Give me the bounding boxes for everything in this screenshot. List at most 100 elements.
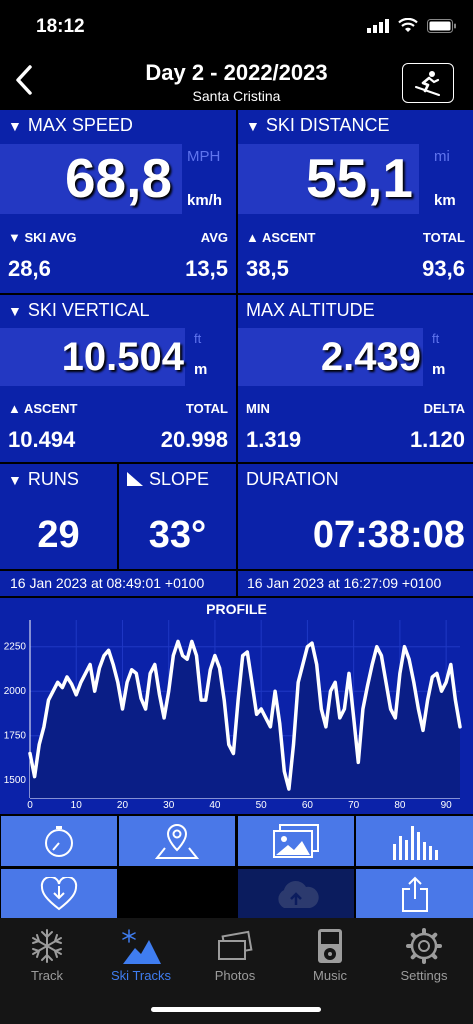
max-speed-label-row: ▼ MAX SPEED [8, 115, 133, 136]
stopwatch-button[interactable] [1, 816, 117, 866]
y-tick-label: 2000 [4, 686, 27, 697]
ski-mode-button[interactable] [402, 63, 454, 103]
photos-icon [273, 824, 319, 858]
tab-photos-label: Photos [214, 968, 256, 983]
triangle-down-icon: ▼ [246, 118, 260, 134]
min-value: 1.319 [246, 427, 302, 452]
max-speed-unit-alt[interactable]: MPH [187, 148, 220, 165]
x-tick-label: 50 [256, 800, 268, 811]
ski-distance-unit-alt[interactable]: mi [434, 148, 450, 165]
status-bar: 18:12 [0, 0, 473, 52]
cloud-upload-button[interactable] [238, 869, 354, 918]
max-altitude-value: 2.439 [320, 335, 421, 379]
triangle-down-icon: ▼ [8, 303, 22, 319]
photos-button[interactable] [238, 816, 354, 866]
share-button[interactable] [356, 869, 473, 918]
x-tick-label: 30 [163, 800, 175, 811]
ski-vertical-panel[interactable]: ▼ SKI VERTICAL 10.504 ft m ▲ ASCENT TOTAL… [0, 295, 236, 462]
ski-avg-label-row: ▼ SKI AVG [8, 230, 77, 245]
tab-photos[interactable]: Photos [188, 928, 282, 983]
triangle-up-icon: ▲ [246, 230, 262, 245]
bar-chart-icon [392, 826, 438, 860]
delta-value: 1.120 [409, 427, 465, 452]
profile-chart-svg: 1500 1750 2000 2250 0 10 20 30 40 50 60 70 80 90 [4, 620, 462, 811]
total-value: 93,6 [422, 256, 465, 281]
ascent-label-row: ▲ ASCENT [246, 230, 315, 245]
x-tick-label: 20 [117, 800, 129, 811]
max-altitude-unit[interactable]: m [432, 361, 445, 378]
min-label: MIN [246, 401, 270, 416]
ski-vertical-unit-alt[interactable]: ft [194, 331, 201, 346]
slope-panel[interactable]: SLOPE 33° [119, 464, 236, 569]
y-tick-label: 2250 [4, 642, 27, 653]
x-tick-label: 40 [209, 800, 221, 811]
tab-music[interactable]: Music [283, 928, 377, 983]
slope-label: SLOPE [149, 469, 210, 489]
tab-ski-tracks[interactable]: Ski Tracks [94, 928, 188, 983]
vertical-ascent-label-row: ▲ ASCENT [8, 401, 77, 416]
home-indicator [151, 1007, 321, 1012]
map-pin-icon [155, 823, 199, 859]
ski-avg-value: 28,6 [8, 256, 51, 281]
ski-distance-label-row: ▼ SKI DISTANCE [246, 115, 390, 136]
share-icon [401, 876, 428, 912]
avg-label: AVG [200, 230, 228, 245]
triangle-down-icon: ▼ [8, 118, 22, 134]
end-time: 16 Jan 2023 at 16:27:09 +0100 [247, 575, 442, 591]
runs-value: 29 [37, 514, 80, 556]
end-time-panel: 16 Jan 2023 at 16:27:09 +0100 [238, 571, 473, 596]
heart-download-icon [40, 876, 78, 910]
wifi-icon [398, 18, 418, 32]
max-speed-panel[interactable]: ▼ MAX SPEED 68,8 MPH km/h ▼ SKI AVG AVG 2… [0, 110, 236, 293]
triangle-up-icon: ▲ [8, 401, 24, 416]
snowflake-icon [32, 929, 62, 963]
ski-avg-label: SKI AVG [24, 230, 77, 245]
max-speed-unit[interactable]: km/h [187, 192, 222, 209]
slope-label-row: SLOPE [127, 469, 209, 490]
slope-icon [127, 472, 143, 486]
max-altitude-panel[interactable]: MAX ALTITUDE 2.439 ft m MIN DELTA 1.319 … [238, 295, 473, 462]
x-tick-label: 10 [71, 800, 83, 811]
statistics-button[interactable] [356, 816, 473, 866]
skier-icon [415, 71, 440, 96]
start-time-panel: 16 Jan 2023 at 08:49:01 +0100 [0, 571, 236, 596]
ski-vertical-unit[interactable]: m [194, 361, 207, 378]
triangle-down-icon: ▼ [8, 472, 22, 488]
y-tick-label: 1750 [4, 731, 27, 742]
x-tick-label: 90 [441, 800, 453, 811]
battery-icon [427, 18, 456, 33]
tab-settings[interactable]: Settings [377, 928, 471, 983]
max-altitude-unit-alt[interactable]: ft [432, 331, 439, 346]
total-label: TOTAL [422, 230, 465, 245]
vertical-ascent-label: ASCENT [24, 401, 78, 416]
max-speed-value: 68,8 [64, 147, 172, 209]
ski-distance-panel[interactable]: ▼ SKI DISTANCE 55,1 mi km ▲ ASCENT TOTAL … [238, 110, 473, 293]
status-icons [367, 18, 457, 33]
cellular-signal-icon [367, 18, 389, 33]
max-speed-label: MAX SPEED [27, 115, 133, 135]
runs-label: RUNS [27, 469, 79, 489]
profile-chart[interactable]: PROFILE 1500 1750 2000 2250 0 10 20 30 40 50 60 70 8… [0, 598, 473, 814]
ski-distance-value: 55,1 [305, 147, 413, 209]
ski-vertical-value: 10.504 [61, 335, 184, 379]
photos-tab-icon [218, 930, 253, 960]
ski-vertical-label: SKI VERTICAL [27, 300, 150, 320]
runs-panel[interactable]: ▼ RUNS 29 [0, 464, 117, 569]
y-tick-label: 1500 [4, 775, 27, 786]
map-button[interactable] [119, 816, 235, 866]
stopwatch-icon [45, 826, 73, 857]
start-time: 16 Jan 2023 at 08:49:01 +0100 [10, 575, 205, 591]
tab-track[interactable]: Track [0, 928, 94, 983]
music-icon [318, 929, 342, 963]
runs-label-row: ▼ RUNS [8, 469, 79, 490]
ski-tracks-icon [122, 929, 161, 964]
delta-label: DELTA [423, 401, 465, 416]
vertical-ascent-value: 10.494 [8, 427, 76, 452]
duration-panel[interactable]: DURATION 07:38:08 [238, 464, 473, 569]
ski-distance-unit[interactable]: km [434, 192, 456, 209]
avg-value: 13,5 [185, 256, 228, 281]
x-tick-label: 80 [394, 800, 406, 811]
tab-ski-tracks-label: Ski Tracks [111, 968, 171, 983]
favorite-download-button[interactable] [1, 869, 117, 918]
ski-vertical-label-row: ▼ SKI VERTICAL [8, 300, 150, 321]
